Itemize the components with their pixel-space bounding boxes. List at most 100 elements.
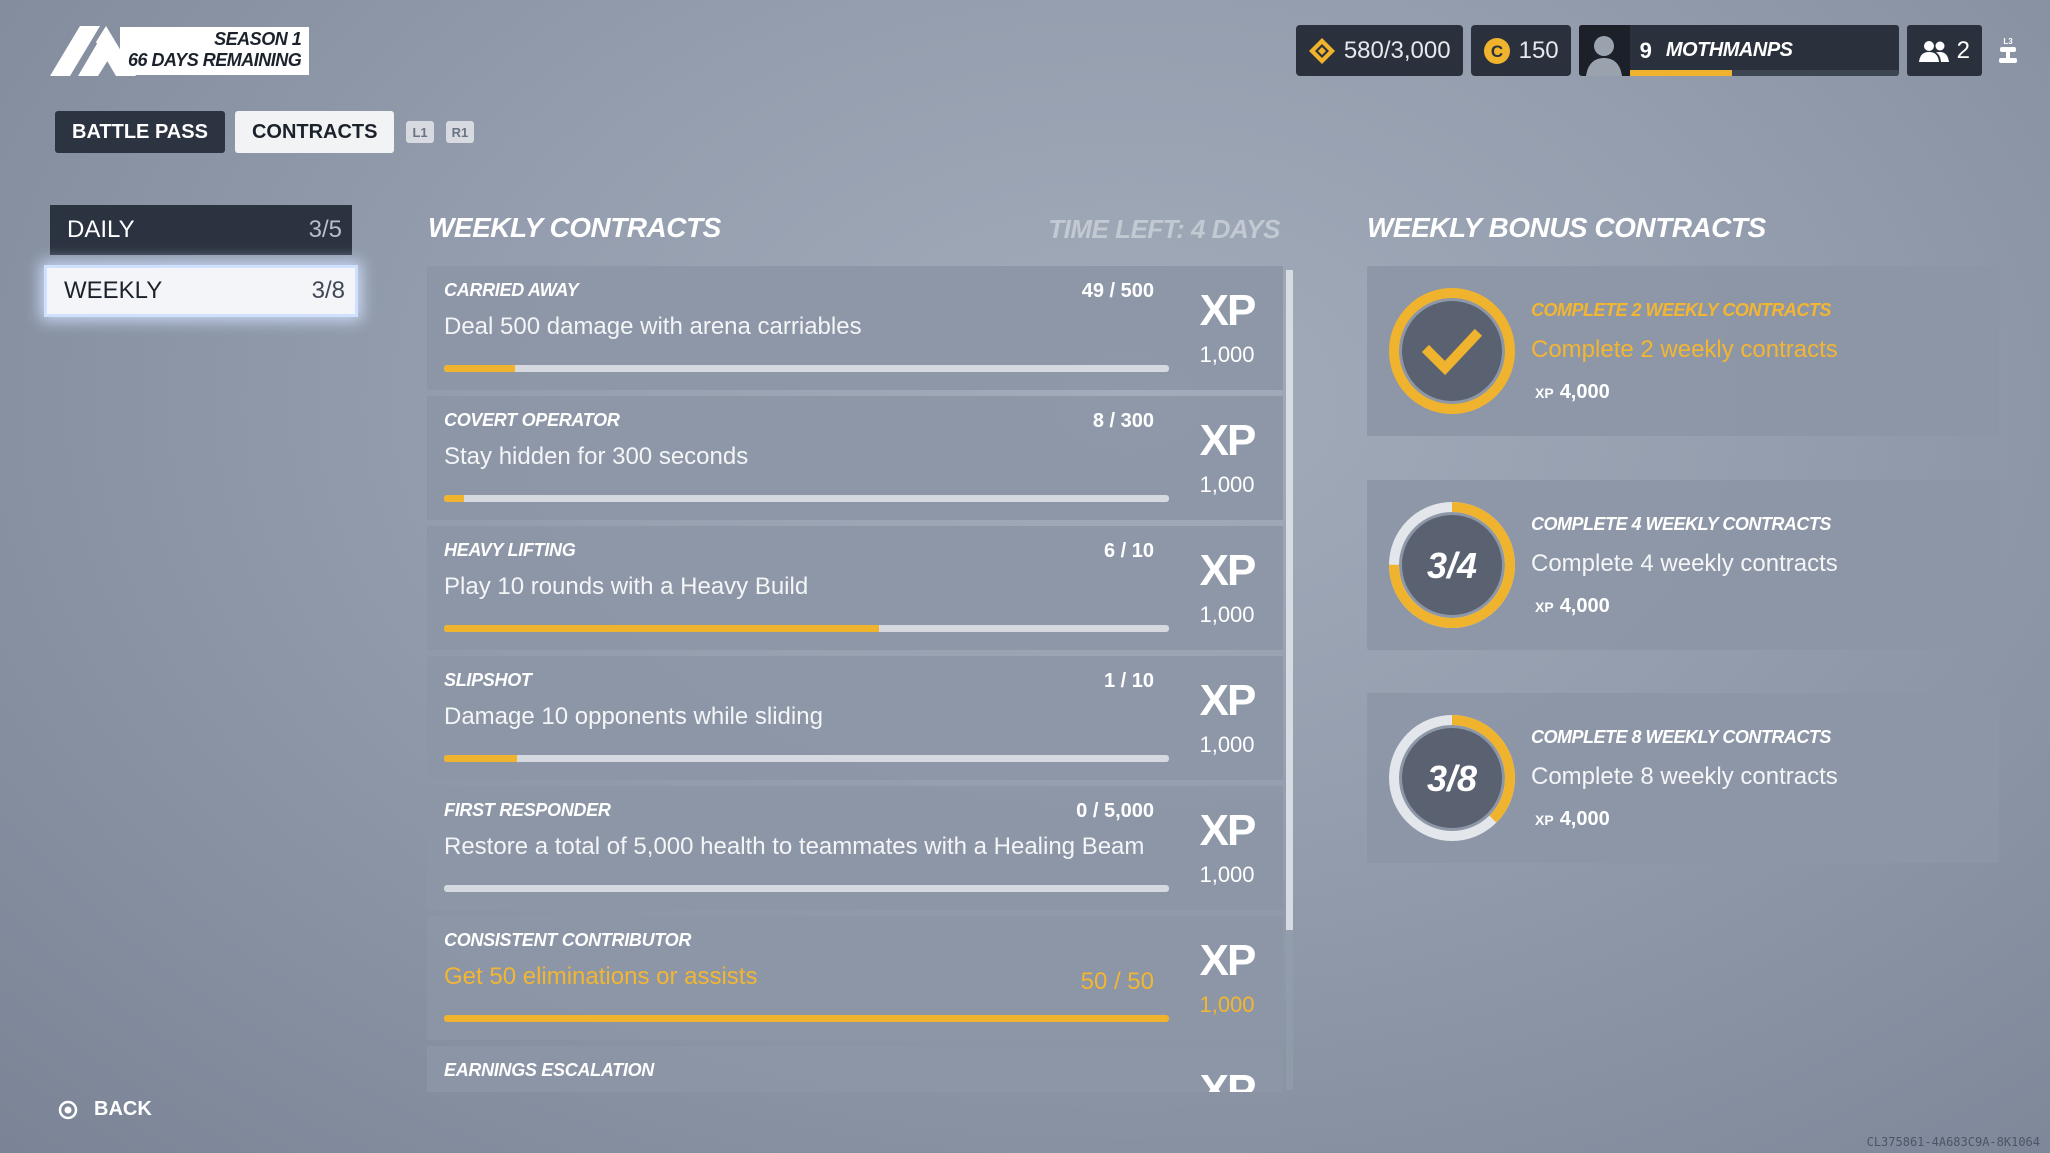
xp-icon: XP: [1199, 416, 1257, 465]
xp-icon: XP: [1199, 936, 1257, 985]
contract-count: 50 / 50: [1080, 968, 1154, 995]
contract-reward: XP 1,000: [1187, 288, 1267, 368]
vres-currency[interactable]: 580/3,000: [1295, 25, 1463, 76]
level-progress-fill: [1629, 70, 1732, 76]
contract-description: Play 10 rounds with a Heavy Build: [444, 573, 809, 600]
bonus-contract-card[interactable]: 3/8 COMPLETE 8 WEEKLY CONTRACTS Complete…: [1367, 693, 1999, 863]
bonus-contract-card[interactable]: COMPLETE 2 WEEKLY CONTRACTS Complete 2 w…: [1367, 266, 1999, 436]
level-progress-bar: [1629, 70, 1899, 76]
contract-count: 8 / 300: [1092, 410, 1154, 432]
contract-body: CONSISTENT CONTRIBUTOR 50 / 50 Get 50 el…: [427, 916, 1171, 1040]
ring-label: 3/8: [1427, 758, 1477, 799]
contract-body: CARRIED AWAY 49 / 500 Deal 500 damage wi…: [427, 266, 1171, 390]
bonus-reward: XP 4,000: [1535, 808, 1610, 831]
sidebar-item-count: 3/8: [311, 277, 345, 304]
contract-progress-bar: [444, 1015, 1169, 1022]
bonus-description: Complete 2 weekly contracts: [1531, 336, 1838, 363]
contract-title: COVERT OPERATOR: [444, 410, 620, 430]
contract-reward: XP 1,000: [1187, 808, 1267, 888]
xp-amount: 1,000: [1199, 992, 1255, 1017]
coin-currency[interactable]: C 150: [1470, 25, 1571, 76]
contract-count: 49 / 500: [1081, 280, 1154, 302]
circle-button-icon: [58, 1100, 78, 1119]
contract-progress-bar: [444, 495, 1169, 502]
svg-text:L3: L3: [2003, 37, 2013, 46]
contract-count: 6 / 10: [1103, 540, 1154, 562]
contract-body: HEAVY LIFTING 6 / 10 Play 10 rounds with…: [427, 526, 1171, 650]
contract-progress-fill: [444, 625, 879, 632]
contract-count: 0 / 5,000: [1076, 800, 1154, 822]
contract-card[interactable]: EARNINGS ESCALATION XP: [427, 1046, 1283, 1092]
contract-reward: XP 1,000: [1187, 418, 1267, 498]
friends-count: 2: [1956, 36, 1970, 64]
contract-title: CONSISTENT CONTRIBUTOR: [444, 930, 692, 950]
top-tabs: BATTLE PASS CONTRACTS L1 R1: [55, 111, 475, 153]
bonus-contract-card[interactable]: 3/4 COMPLETE 4 WEEKLY CONTRACTS Complete…: [1367, 480, 1999, 650]
xp-amount: 1,000: [1199, 342, 1255, 367]
build-id: CL375861-4A683C9A-8K1064: [1866, 1135, 2040, 1149]
xp-icon: XP: [1535, 811, 1554, 828]
contract-progress-bar: [444, 365, 1169, 372]
player-profile[interactable]: 9 MOTHMANPS: [1578, 25, 1899, 76]
xp-icon: XP: [1535, 384, 1554, 401]
contracts-scrollbar[interactable]: [1286, 270, 1293, 1090]
coin-icon: C: [1483, 37, 1510, 64]
contract-body: FIRST RESPONDER 0 / 5,000 Restore a tota…: [427, 786, 1171, 910]
l1-button-hint: L1: [406, 121, 434, 143]
bonus-description: Complete 8 weekly contracts: [1531, 763, 1838, 790]
sidebar-item-label: WEEKLY: [64, 277, 163, 304]
weekly-contracts-title: WEEKLY CONTRACTS: [428, 212, 721, 243]
friends-icon: [1918, 40, 1949, 62]
xp-icon: XP: [1199, 286, 1257, 335]
contract-progress-fill: [444, 755, 517, 762]
contract-card[interactable]: SLIPSHOT 1 / 10 Damage 10 opponents whil…: [427, 656, 1283, 780]
xp-amount: 1,000: [1199, 602, 1255, 627]
contract-body: EARNINGS ESCALATION: [427, 1046, 1171, 1092]
coin-amount: 150: [1518, 36, 1559, 64]
contract-title: SLIPSHOT: [444, 670, 532, 690]
avatar-silhouette-icon: [1586, 36, 1623, 76]
contract-card[interactable]: FIRST RESPONDER 0 / 5,000 Restore a tota…: [427, 786, 1283, 910]
friends-button[interactable]: 2: [1906, 25, 1982, 76]
xp-amount: 1,000: [1199, 732, 1255, 757]
tab-battle-pass[interactable]: BATTLE PASS: [55, 111, 225, 153]
contract-description: Damage 10 opponents while sliding: [444, 703, 823, 730]
xp-amount: 4,000: [1559, 595, 1610, 617]
vres-icon: [1308, 37, 1335, 64]
bonus-description: Complete 4 weekly contracts: [1531, 550, 1838, 577]
profile-info: 9 MOTHMANPS: [1630, 25, 1899, 76]
contract-title: EARNINGS ESCALATION: [444, 1060, 654, 1080]
sidebar-item-weekly[interactable]: WEEKLY 3/8: [44, 265, 358, 317]
contract-progress-bar: [444, 625, 1169, 632]
contract-reward: XP: [1187, 1068, 1267, 1093]
contract-title: FIRST RESPONDER: [444, 800, 611, 820]
bonus-title: COMPLETE 8 WEEKLY CONTRACTS: [1531, 727, 1831, 747]
tab-contracts[interactable]: CONTRACTS: [234, 111, 395, 153]
contracts-list[interactable]: CARRIED AWAY 49 / 500 Deal 500 damage wi…: [427, 266, 1283, 1092]
season-header: SEASON 1 66 DAYS REMAINING: [50, 26, 310, 76]
sidebar-item-daily[interactable]: DAILY 3/5: [50, 205, 352, 255]
progress-ring: 3/8: [1389, 715, 1515, 841]
bonus-contracts-title: WEEKLY BONUS CONTRACTS: [1367, 212, 1766, 243]
scrollbar-thumb[interactable]: [1286, 270, 1293, 930]
contract-card[interactable]: HEAVY LIFTING 6 / 10 Play 10 rounds with…: [427, 526, 1283, 650]
xp-amount: 4,000: [1559, 808, 1610, 830]
contract-card[interactable]: COVERT OPERATOR 8 / 300 Stay hidden for …: [427, 396, 1283, 520]
contract-card[interactable]: CARRIED AWAY 49 / 500 Deal 500 damage wi…: [427, 266, 1283, 390]
player-name: MOTHMANPS: [1665, 39, 1793, 61]
contract-description: Get 50 eliminations or assists: [444, 963, 758, 990]
contract-card[interactable]: CONSISTENT CONTRIBUTOR 50 / 50 Get 50 el…: [427, 916, 1283, 1040]
contract-progress-bar: [444, 885, 1169, 892]
contract-body: COVERT OPERATOR 8 / 300 Stay hidden for …: [427, 396, 1171, 520]
contract-title: HEAVY LIFTING: [444, 540, 576, 560]
xp-icon: XP: [1199, 546, 1257, 595]
time-left-label: TIME LEFT: 4 DAYS: [1048, 214, 1280, 244]
contract-reward: XP 1,000: [1187, 938, 1267, 1018]
back-button[interactable]: BACK: [58, 1098, 152, 1121]
l3-stick-icon[interactable]: L3: [1996, 36, 2020, 66]
contract-description: Stay hidden for 300 seconds: [444, 443, 749, 470]
player-level: 9: [1639, 37, 1652, 63]
bonus-title: COMPLETE 2 WEEKLY CONTRACTS: [1531, 300, 1831, 320]
contract-progress-fill: [444, 495, 464, 502]
ring-label: 3/4: [1427, 545, 1477, 586]
